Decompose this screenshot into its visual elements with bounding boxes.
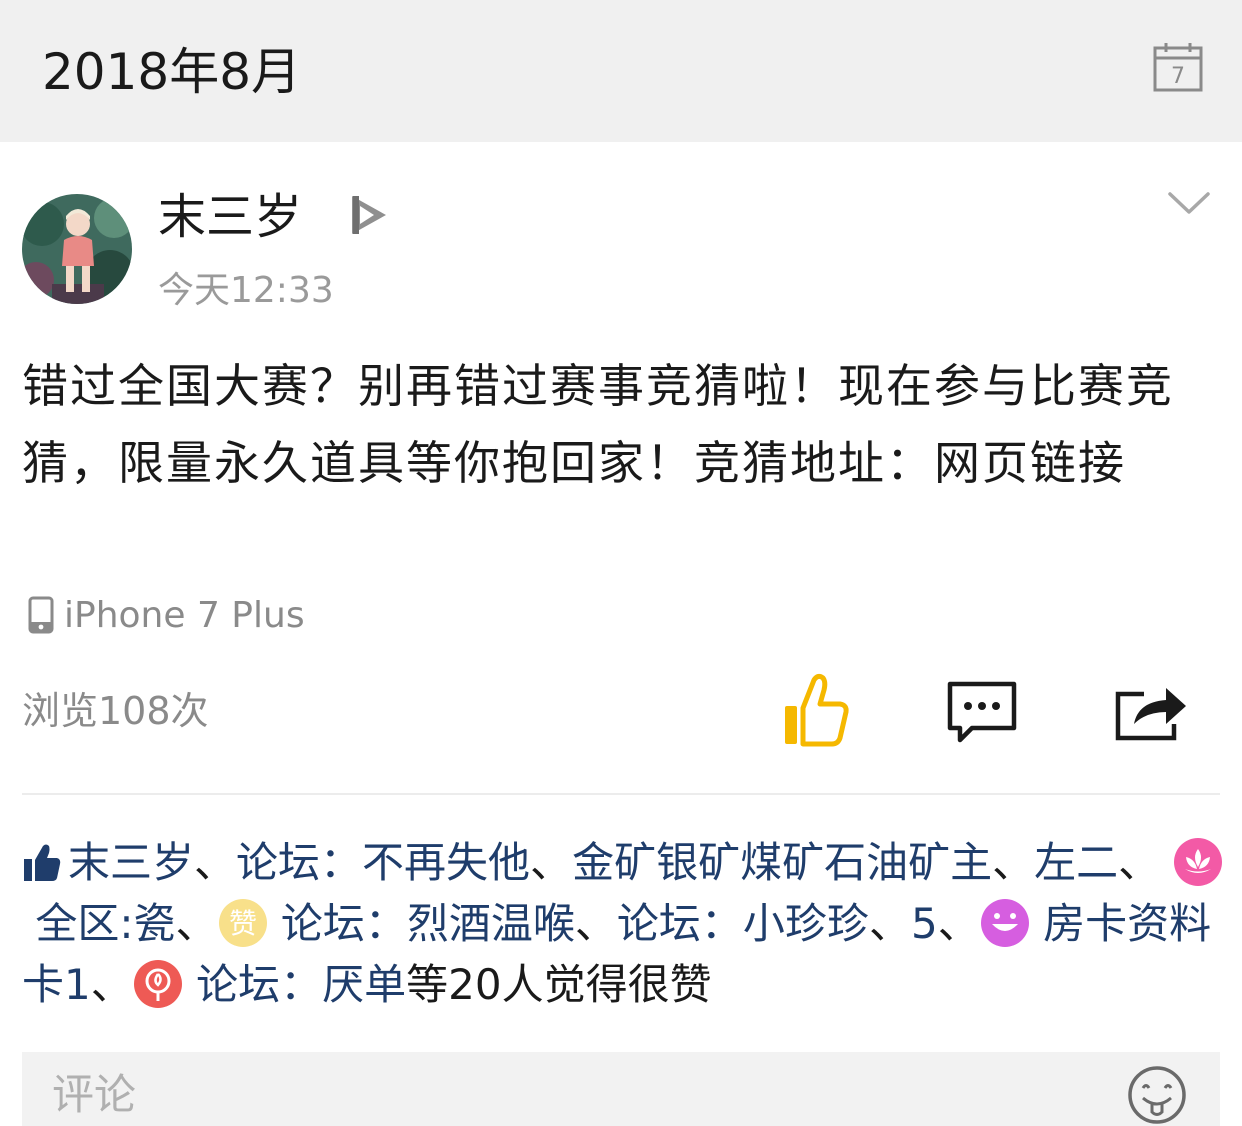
divider: [22, 793, 1220, 795]
rose-badge-icon: [133, 960, 182, 1008]
post-body: 错过全国大赛？别再错过赛事竞猜啦！现在参与比赛竞猜，限量永久道具等你抱回家！竞猜…: [22, 359, 1174, 490]
tongue-badge-icon: [980, 899, 1029, 947]
month-header: 2018年8月 7: [0, 0, 1242, 142]
avatar[interactable]: [22, 194, 132, 304]
post-time: 今天12:33: [158, 270, 334, 311]
liker-name[interactable]: 论坛：小珍珍: [617, 899, 869, 948]
likes-summary: 等20人觉得很赞: [406, 960, 712, 1009]
share-button[interactable]: [1114, 680, 1190, 742]
liker-name[interactable]: 全区:瓷: [35, 899, 175, 948]
liker-name[interactable]: 论坛：厌单: [196, 960, 406, 1009]
liker-name[interactable]: 论坛：不再失他: [236, 838, 530, 887]
month-title: 2018年8月: [42, 43, 302, 101]
liker-name[interactable]: 末三岁: [68, 838, 194, 887]
emoji-icon[interactable]: [1126, 1064, 1188, 1126]
liker-name[interactable]: 左二: [1034, 838, 1118, 887]
device-name: iPhone 7 Plus: [64, 594, 305, 636]
calendar-day: 7: [1171, 64, 1185, 89]
video-badge-icon: [352, 196, 386, 234]
liker-name[interactable]: 5: [911, 899, 938, 948]
view-count: 浏览108次: [22, 689, 209, 733]
device-row: iPhone 7 Plus: [28, 590, 305, 640]
comment-button[interactable]: [946, 680, 1018, 744]
comment-input-bar[interactable]: 评论: [22, 1052, 1220, 1126]
calendar-icon[interactable]: 7: [1150, 40, 1206, 96]
comment-placeholder[interactable]: 评论: [52, 1064, 136, 1126]
author-name[interactable]: 末三岁: [158, 184, 302, 250]
phone-icon: [28, 596, 54, 634]
likes-list: 末三岁、论坛：不再失他、金矿银矿煤矿石油矿主、左二、 全区:瓷、 赞 论坛：烈酒…: [22, 832, 1227, 1015]
liker-name[interactable]: 金矿银矿煤矿石油矿主: [572, 838, 992, 887]
post-card: 末三岁 今天12:33 错过全国大赛？别再错过赛事竞猜啦！现在参与比赛竞猜，限量…: [0, 142, 1242, 1126]
like-button[interactable]: [780, 672, 850, 750]
thumb-up-icon: [24, 844, 61, 881]
liker-name[interactable]: 论坛：烈酒温喉: [281, 899, 575, 948]
svg-text:赞: 赞: [229, 907, 257, 940]
lotus-badge-icon: [1174, 838, 1223, 886]
zan-badge-icon: 赞: [218, 899, 267, 947]
chevron-down-icon[interactable]: [1166, 188, 1212, 218]
